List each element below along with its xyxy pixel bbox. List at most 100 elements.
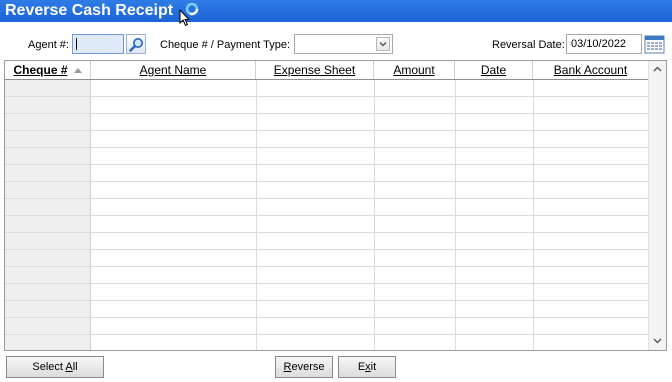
column-divider bbox=[256, 131, 257, 147]
column-divider bbox=[374, 131, 375, 147]
vertical-scrollbar[interactable] bbox=[648, 61, 666, 350]
column-divider bbox=[256, 318, 257, 334]
empty-grid-row[interactable] bbox=[5, 80, 648, 97]
column-divider bbox=[533, 182, 534, 198]
empty-grid-row[interactable] bbox=[5, 114, 648, 131]
select-all-label-mnemonic: A bbox=[65, 361, 73, 373]
column-divider bbox=[256, 250, 257, 266]
reverse-button[interactable]: Reverse bbox=[275, 356, 333, 378]
column-divider bbox=[256, 301, 257, 317]
exit-button[interactable]: Exit bbox=[338, 356, 396, 378]
empty-grid-row[interactable] bbox=[5, 97, 648, 114]
row-key-cell bbox=[5, 131, 91, 147]
column-divider bbox=[256, 199, 257, 215]
empty-grid-row[interactable] bbox=[5, 284, 648, 301]
column-divider bbox=[455, 233, 456, 249]
column-divider bbox=[455, 250, 456, 266]
column-divider bbox=[455, 267, 456, 283]
select-all-label-prefix: Select bbox=[32, 361, 66, 373]
receipts-grid[interactable]: Cheque # Agent Name Expense Sheet Amount… bbox=[4, 60, 667, 351]
column-divider bbox=[256, 80, 257, 96]
empty-grid-row[interactable] bbox=[5, 318, 648, 335]
column-divider bbox=[533, 284, 534, 300]
column-divider bbox=[455, 131, 456, 147]
column-divider bbox=[374, 80, 375, 96]
column-divider bbox=[374, 199, 375, 215]
column-divider bbox=[374, 182, 375, 198]
empty-grid-row[interactable] bbox=[5, 233, 648, 250]
row-key-cell bbox=[5, 148, 91, 164]
title-bar: Reverse Cash Receipt bbox=[0, 0, 672, 27]
column-divider bbox=[533, 114, 534, 130]
column-divider bbox=[374, 250, 375, 266]
column-divider bbox=[256, 182, 257, 198]
column-divider bbox=[455, 80, 456, 96]
column-divider bbox=[455, 318, 456, 334]
column-divider bbox=[455, 182, 456, 198]
reversal-date-input[interactable]: 03/10/2022 bbox=[566, 34, 642, 54]
sort-ascending-icon bbox=[73, 68, 82, 74]
column-divider bbox=[533, 318, 534, 334]
column-divider bbox=[256, 165, 257, 181]
column-divider bbox=[256, 267, 257, 283]
column-divider bbox=[455, 216, 456, 232]
empty-grid-row[interactable] bbox=[5, 182, 648, 199]
column-divider bbox=[374, 216, 375, 232]
column-divider bbox=[374, 114, 375, 130]
row-key-cell bbox=[5, 80, 91, 96]
column-divider bbox=[374, 148, 375, 164]
cheque-payment-type-label: Cheque # / Payment Type: bbox=[160, 39, 291, 51]
empty-grid-row[interactable] bbox=[5, 131, 648, 148]
column-header-amount[interactable]: Amount bbox=[374, 61, 455, 79]
column-divider bbox=[256, 216, 257, 232]
window-title: Reverse Cash Receipt bbox=[5, 2, 174, 19]
row-key-cell bbox=[5, 165, 91, 181]
column-divider bbox=[256, 284, 257, 300]
column-divider bbox=[455, 284, 456, 300]
scroll-down-icon[interactable] bbox=[649, 333, 666, 350]
column-header-bank-account[interactable]: Bank Account bbox=[533, 61, 648, 79]
empty-grid-row[interactable] bbox=[5, 165, 648, 182]
column-divider bbox=[533, 250, 534, 266]
column-divider bbox=[374, 284, 375, 300]
row-key-cell bbox=[5, 318, 91, 334]
column-header-expense-sheet[interactable]: Expense Sheet bbox=[256, 61, 374, 79]
empty-grid-row[interactable] bbox=[5, 216, 648, 233]
empty-grid-row[interactable] bbox=[5, 250, 648, 267]
column-header-date[interactable]: Date bbox=[455, 61, 533, 79]
column-divider bbox=[455, 199, 456, 215]
column-divider bbox=[533, 165, 534, 181]
column-divider bbox=[256, 148, 257, 164]
calendar-button[interactable] bbox=[644, 34, 665, 54]
column-divider bbox=[533, 233, 534, 249]
empty-grid-row[interactable] bbox=[5, 148, 648, 165]
select-all-button[interactable]: Select All bbox=[6, 356, 104, 378]
magnifier-icon bbox=[129, 37, 144, 55]
grid-rows bbox=[5, 80, 648, 350]
empty-grid-row[interactable] bbox=[5, 335, 648, 350]
column-divider bbox=[256, 97, 257, 113]
row-key-cell bbox=[5, 335, 91, 350]
row-key-cell bbox=[5, 250, 91, 266]
column-header-cheque[interactable]: Cheque # bbox=[5, 61, 91, 79]
scroll-up-icon[interactable] bbox=[649, 61, 666, 78]
empty-grid-row[interactable] bbox=[5, 199, 648, 216]
column-divider bbox=[533, 301, 534, 317]
column-divider bbox=[533, 216, 534, 232]
chevron-down-icon[interactable] bbox=[376, 37, 390, 51]
column-divider bbox=[533, 131, 534, 147]
column-divider bbox=[374, 165, 375, 181]
column-divider bbox=[374, 233, 375, 249]
agent-number-input[interactable] bbox=[72, 34, 124, 54]
column-header-cheque-label: Cheque # bbox=[13, 63, 68, 77]
column-header-agent-name[interactable]: Agent Name bbox=[91, 61, 256, 79]
column-divider bbox=[374, 267, 375, 283]
cheque-payment-type-select[interactable] bbox=[294, 34, 393, 54]
agent-search-button[interactable] bbox=[126, 34, 146, 54]
empty-grid-row[interactable] bbox=[5, 267, 648, 284]
row-key-cell bbox=[5, 284, 91, 300]
row-key-cell bbox=[5, 267, 91, 283]
column-divider bbox=[374, 335, 375, 350]
column-divider bbox=[256, 335, 257, 350]
empty-grid-row[interactable] bbox=[5, 301, 648, 318]
